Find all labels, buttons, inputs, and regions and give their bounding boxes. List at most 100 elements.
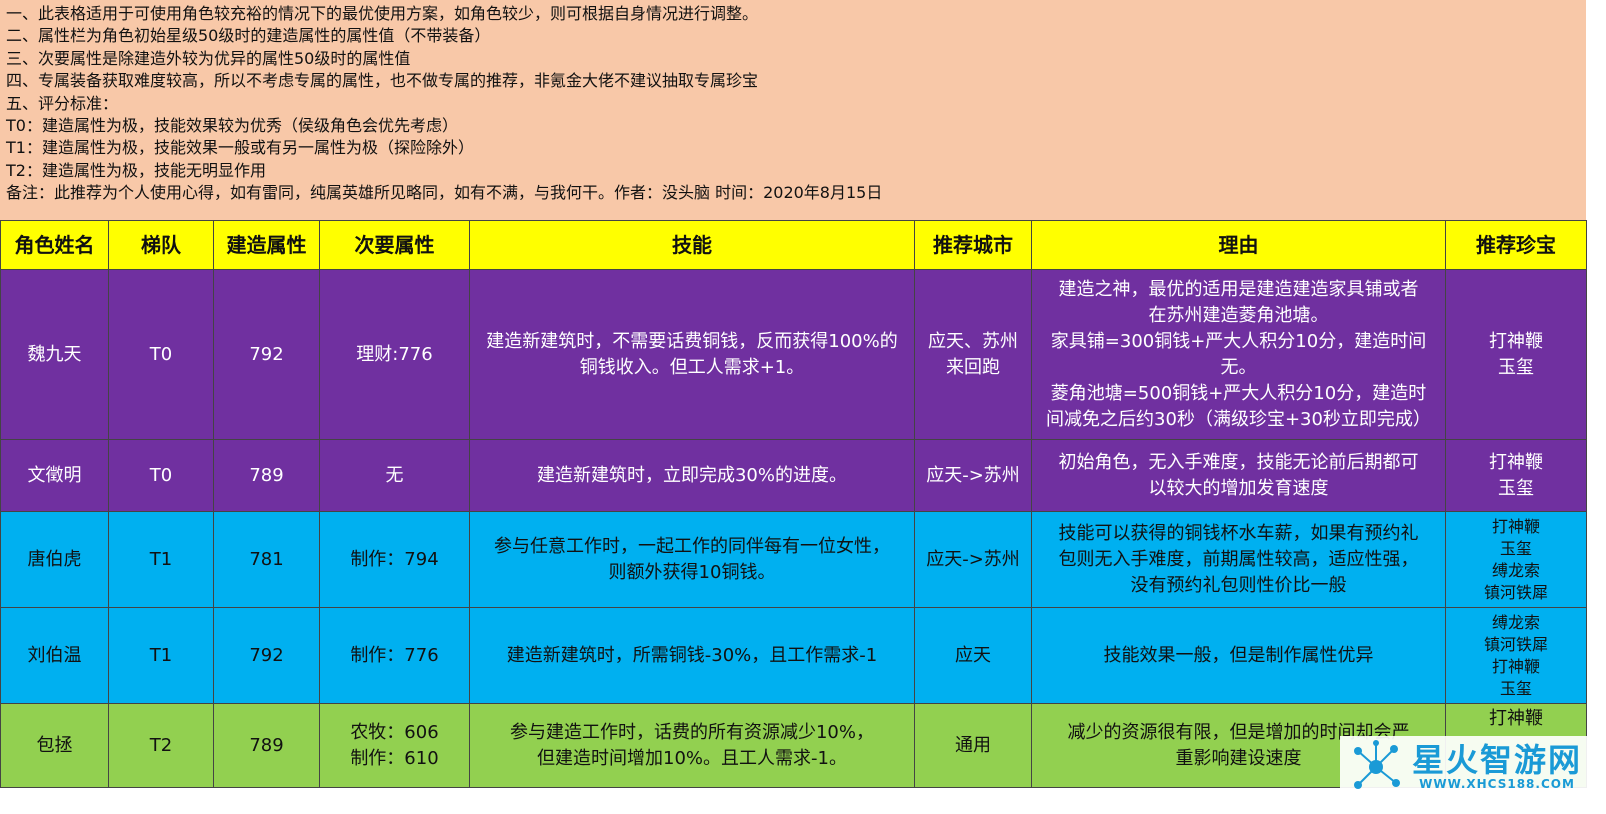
note-line: 三、次要属性是除建造外较为优异的属性50级时的属性值	[6, 48, 411, 68]
treasure-line: 玉玺	[1499, 538, 1532, 558]
cell-treasure: 打神鞭 玉玺	[1445, 439, 1587, 512]
city-line: 应天、苏州	[928, 330, 1018, 352]
cell-reason: 初始角色，无入手难度，技能无论前后期都可 以较大的增加发育速度	[1031, 439, 1446, 512]
cell-treasure: 打神鞭 玉玺	[1445, 269, 1587, 440]
cell-skill: 建造新建筑时，不需要话费铜钱，反而获得100%的 铜钱收入。但工人需求+1。	[469, 269, 915, 440]
cell-tier: T2	[108, 703, 214, 788]
treasure-line: 打神鞭	[1489, 708, 1543, 729]
cell-name: 唐伯虎	[0, 511, 109, 608]
cell-secondary: 制作：794	[319, 511, 470, 608]
skill-line: 建造新建筑时，立即完成30%的进度。	[536, 464, 847, 486]
city-line: 通用	[955, 734, 991, 756]
cell-tier: T1	[108, 511, 214, 608]
treasure-line: 缚龙索	[1491, 560, 1540, 580]
note-line: 四、专属装备获取难度较高，所以不考虑专属的属性，也不做专属的推荐，非氪金大佬不建…	[6, 71, 759, 91]
note-line: T0：建造属性为极，技能效果较为优秀（侯级角色会优先考虑）	[6, 116, 458, 136]
header-secondary: 次要属性	[319, 220, 470, 270]
cell-name: 魏九天	[0, 269, 109, 440]
skill-line: 建造新建筑时，不需要话费铜钱，反而获得100%的	[486, 330, 898, 352]
treasure-line: 打神鞭	[1491, 656, 1540, 676]
header-treasure: 推荐珍宝	[1445, 220, 1587, 270]
watermark-text: 星火智游网 WWW.XHCS188.COM	[1412, 743, 1582, 791]
cell-tier: T0	[108, 439, 214, 512]
reason-line: 建造之神，最优的适用是建造建造家具铺或者	[1058, 278, 1419, 300]
cell-tier: T1	[108, 607, 214, 704]
city-line: 应天->苏州	[926, 464, 1020, 486]
header-reason: 理由	[1031, 220, 1446, 270]
cell-build: 792	[213, 607, 320, 704]
secondary-line: 制作：794	[350, 548, 439, 570]
skill-line: 铜钱收入。但工人需求+1。	[579, 356, 805, 378]
treasure-line: 玉玺	[1498, 356, 1534, 378]
cell-reason: 技能可以获得的铜钱杯水车薪，如果有预约礼 包则无入手难度，前期属性较高，适应性强…	[1031, 511, 1446, 608]
note-line: T2：建造属性为极，技能无明显作用	[6, 160, 266, 180]
reason-line: 初始角色，无入手难度，技能无论前后期都可	[1058, 451, 1419, 473]
cell-treasure: 打神鞭 玉玺 缚龙索 镇河铁犀	[1445, 511, 1587, 608]
treasure-line: 打神鞭	[1491, 516, 1540, 536]
header-city: 推荐城市	[914, 220, 1032, 270]
treasure-line: 打神鞭	[1489, 451, 1543, 473]
secondary-line: 无	[385, 464, 404, 486]
cell-skill: 建造新建筑时，立即完成30%的进度。	[469, 439, 915, 512]
table-row: 刘伯温 T1 792 制作：776 建造新建筑时，所需铜钱-30%，且工作需求-…	[0, 607, 1587, 704]
table-row: 文徵明 T0 789 无 建造新建筑时，立即完成30%的进度。 应天->苏州 初…	[0, 439, 1587, 512]
treasure-line: 镇河铁犀	[1483, 582, 1548, 602]
note-line: 二、属性栏为角色初始星级50级时的建造属性的属性值（不带装备）	[6, 26, 491, 46]
secondary-line: 农牧：606	[350, 721, 439, 743]
skill-line: 参与任意工作时，一起工作的同伴每有一位女性，	[494, 535, 890, 557]
cell-reason: 建造之神，最优的适用是建造建造家具铺或者 在苏州建造菱角池塘。 家具铺=300铜…	[1031, 269, 1446, 440]
reason-line: 技能效果一般，但是制作属性优异	[1103, 644, 1374, 666]
city-line: 应天->苏州	[926, 548, 1020, 570]
treasure-line: 打神鞭	[1489, 330, 1543, 352]
cell-tier: T0	[108, 269, 214, 440]
city-line: 来回跑	[946, 356, 1000, 378]
reason-line: 包则无入手难度，前期属性较高，适应性强，	[1058, 548, 1419, 570]
character-table: 角色姓名 梯队 建造属性 次要属性 技能 推荐城市 理由 推荐珍宝 魏九天 T0…	[0, 220, 1587, 788]
skill-line: 建造新建筑时，所需铜钱-30%，且工作需求-1	[506, 644, 878, 666]
cell-city: 应天、苏州 来回跑	[914, 269, 1032, 440]
watermark-title: 星火智游网	[1412, 741, 1583, 779]
cell-secondary: 无	[319, 439, 470, 512]
cell-build: 781	[213, 511, 320, 608]
table-row: 唐伯虎 T1 781 制作：794 参与任意工作时，一起工作的同伴每有一位女性，…	[0, 511, 1587, 608]
site-watermark: 星火智游网 WWW.XHCS188.COM	[1340, 736, 1590, 798]
reason-line: 技能可以获得的铜钱杯水车薪，如果有预约礼	[1058, 522, 1419, 544]
secondary-line: 理财:776	[356, 343, 433, 365]
notes-panel: 一、此表格适用于可使用角色较充裕的情况下的最优使用方案，如角色较少，则可根据自身…	[0, 0, 1586, 220]
reason-line: 家具铺=300铜钱+严大人积分10分，建造时间	[1050, 330, 1427, 352]
table-row: 魏九天 T0 792 理财:776 建造新建筑时，不需要话费铜钱，反而获得100…	[0, 269, 1587, 440]
reason-line: 没有预约礼包则性价比一般	[1130, 574, 1347, 596]
header-build: 建造属性	[213, 220, 320, 270]
reason-line: 无。	[1220, 356, 1257, 378]
cell-secondary: 农牧：606 制作：610	[319, 703, 470, 788]
note-line: 一、此表格适用于可使用角色较充裕的情况下的最优使用方案，如角色较少，则可根据自身…	[6, 4, 759, 23]
skill-line: 参与建造工作时，话费的所有资源减少10%，	[509, 721, 874, 743]
cell-name: 文徵明	[0, 439, 109, 512]
cell-reason: 技能效果一般，但是制作属性优异	[1031, 607, 1446, 704]
secondary-line: 制作：610	[350, 747, 439, 769]
header-name: 角色姓名	[0, 220, 109, 270]
header-tier: 梯队	[108, 220, 214, 270]
treasure-line: 玉玺	[1498, 477, 1534, 499]
treasure-line: 玉玺	[1499, 678, 1532, 698]
note-line: 备注：此推荐为个人使用心得，如有雷同，纯属英雄所见略同，如有不满，与我何干。作者…	[6, 183, 883, 203]
cell-treasure: 缚龙索 镇河铁犀 打神鞭 玉玺	[1445, 607, 1587, 704]
cell-build: 789	[213, 439, 320, 512]
cell-city: 通用	[914, 703, 1032, 788]
cell-skill: 参与建造工作时，话费的所有资源减少10%， 但建造时间增加10%。且工人需求-1…	[469, 703, 915, 788]
skill-line: 则额外获得10铜钱。	[608, 561, 776, 583]
skill-line: 但建造时间增加10%。且工人需求-1。	[537, 747, 847, 769]
cell-name: 包拯	[0, 703, 109, 788]
reason-line: 以较大的增加发育速度	[1148, 477, 1329, 499]
cell-skill: 建造新建筑时，所需铜钱-30%，且工作需求-1	[469, 607, 915, 704]
cell-name: 刘伯温	[0, 607, 109, 704]
city-line: 应天	[955, 644, 991, 666]
cell-secondary: 理财:776	[319, 269, 470, 440]
secondary-line: 制作：776	[350, 644, 439, 666]
cell-city: 应天->苏州	[914, 511, 1032, 608]
cell-skill: 参与任意工作时，一起工作的同伴每有一位女性， 则额外获得10铜钱。	[469, 511, 915, 608]
header-row: 角色姓名 梯队 建造属性 次要属性 技能 推荐城市 理由 推荐珍宝	[0, 220, 1587, 270]
network-logo-icon	[1354, 740, 1400, 789]
treasure-line: 镇河铁犀	[1483, 634, 1548, 654]
cell-city: 应天	[914, 607, 1032, 704]
